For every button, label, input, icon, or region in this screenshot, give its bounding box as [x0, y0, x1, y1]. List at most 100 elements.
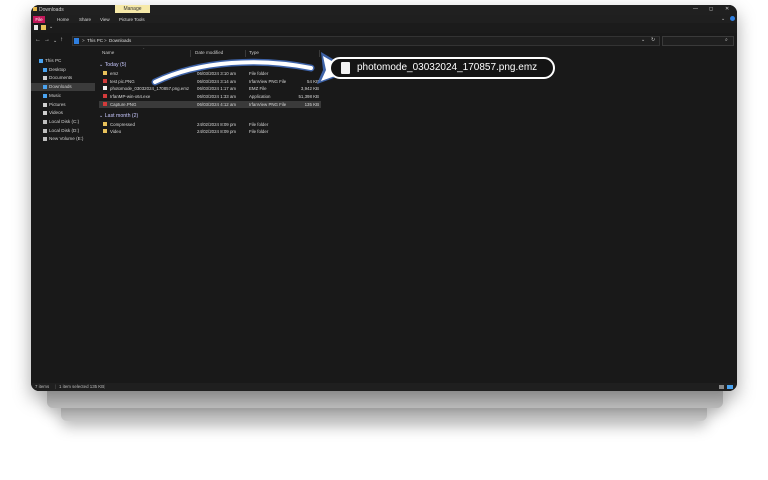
- nav-item-label: Documents: [49, 75, 73, 81]
- search-input[interactable]: ⌕: [662, 36, 734, 46]
- desktop-icon: [43, 67, 47, 72]
- downloads-location-icon: [74, 38, 79, 44]
- file-icon: [341, 62, 350, 74]
- filename-callout: photomode_03032024_170857.png.emz: [329, 57, 555, 79]
- group-label: Today (5): [104, 62, 127, 68]
- ribbon-expand-icon[interactable]: ⌄: [721, 16, 725, 22]
- cell-type: File folder: [249, 129, 269, 135]
- cell-name: IrfanMP-win-x64.exe: [110, 94, 151, 100]
- png-icon: [103, 78, 107, 83]
- quick-access-toolbar: ⌄: [31, 23, 737, 33]
- nav-item-label: Local Disk (D:): [49, 127, 80, 133]
- refresh-icon[interactable]: ↻: [651, 37, 655, 43]
- nav-item-downloads[interactable]: Downloads: [31, 83, 95, 92]
- ribbon-tabs: File Home Share View Picture Tools ⌄: [31, 15, 737, 23]
- nav-item-local-disk-d[interactable]: Local Disk (D:): [31, 127, 95, 135]
- folder-icon: [103, 121, 107, 126]
- column-header-name[interactable]: Name: [102, 49, 114, 57]
- cell-name: test pic.PNG: [110, 78, 135, 84]
- group-header[interactable]: ⌄ Last month (2): [99, 113, 138, 119]
- group-header[interactable]: ⌄ Today (5): [99, 62, 126, 68]
- nav-item-videos[interactable]: Videos: [31, 109, 95, 117]
- cell-date: 06/03/2024 4:12 am: [197, 101, 237, 107]
- details-view-icon[interactable]: [719, 385, 724, 389]
- cell-size: 135 KB: [304, 101, 319, 107]
- sort-chevron-icon: ˆ: [143, 47, 145, 52]
- cell-type: File folder: [249, 121, 269, 127]
- recent-locations-icon[interactable]: ⌄: [53, 38, 57, 44]
- nav-item-desktop[interactable]: Desktop: [31, 66, 95, 74]
- search-icon: ⌕: [725, 37, 728, 43]
- tab-view[interactable]: View: [98, 16, 112, 23]
- cell-name: Compressed: [110, 121, 135, 127]
- videos-icon: [43, 111, 47, 116]
- window-shadow-layer-front: [47, 390, 723, 408]
- status-selection: 1 item selected 135 KB: [59, 384, 105, 389]
- back-icon[interactable]: ←: [35, 37, 41, 43]
- table-row[interactable]: Compressed 24/02/2024 8:09 pm File folder: [99, 121, 321, 128]
- drive-icon: [43, 128, 47, 133]
- address-dropdown-icon[interactable]: ⌄: [641, 37, 645, 43]
- nav-item-label: Videos: [49, 110, 63, 116]
- nav-item-documents[interactable]: Documents: [31, 74, 95, 82]
- manage-contextual-tab[interactable]: Manage: [115, 5, 150, 13]
- downloads-icon: [43, 85, 47, 90]
- window-title: Downloads: [39, 7, 64, 13]
- nav-item-label: Downloads: [49, 84, 72, 90]
- this-pc-icon: [39, 59, 43, 63]
- group-label: Last month (2): [104, 112, 139, 119]
- large-icons-view-icon[interactable]: [727, 385, 733, 389]
- help-icon[interactable]: [730, 16, 735, 21]
- address-row: ← → ⌄ ↑ > This PC > Downloads ⌄ ↻ ⌕: [31, 35, 737, 46]
- qat-dropdown-icon[interactable]: ⌄: [49, 24, 53, 30]
- status-item-count: 7 items: [35, 384, 50, 389]
- up-icon[interactable]: ↑: [60, 37, 63, 43]
- tab-home[interactable]: Home: [55, 16, 71, 23]
- folder-icon: [103, 129, 107, 134]
- title-bar: Downloads Manage — ◻ ✕: [31, 5, 737, 15]
- minimize-button[interactable]: —: [693, 6, 698, 12]
- nav-item-music[interactable]: Music: [31, 92, 95, 100]
- forward-icon[interactable]: →: [44, 37, 50, 43]
- tab-file[interactable]: File: [33, 16, 45, 23]
- nav-item-local-disk-c[interactable]: Local Disk (C:): [31, 118, 95, 126]
- cell-type: IrfanView PNG File: [249, 101, 287, 107]
- explorer-window: Downloads Manage — ◻ ✕ File Home Share V…: [31, 5, 737, 391]
- status-divider: |: [104, 384, 106, 389]
- exe-icon: [103, 94, 107, 99]
- cell-date: 24/02/2024 8:09 pm: [197, 129, 237, 135]
- table-row[interactable]: Video 24/02/2024 8:09 pm File folder: [99, 128, 321, 135]
- drive-icon: [43, 119, 47, 124]
- file-icon: [103, 86, 107, 91]
- close-button[interactable]: ✕: [725, 6, 729, 12]
- folder-app-icon: [33, 7, 37, 11]
- cell-name: emz: [110, 71, 119, 76]
- status-bar: 7 items | 1 item selected 135 KB |: [31, 383, 737, 391]
- address-segment-this-pc[interactable]: This PC: [87, 38, 103, 43]
- nav-item-label: Music: [49, 92, 61, 98]
- tab-share[interactable]: Share: [77, 16, 93, 23]
- nav-item-label: Desktop: [49, 66, 66, 72]
- folder-icon: [103, 71, 107, 75]
- table-row[interactable]: Capture.PNG 06/03/2024 4:12 am IrfanView P…: [99, 100, 321, 108]
- nav-item-pictures[interactable]: Pictures: [31, 101, 95, 109]
- cell-date: 24/02/2024 8:09 pm: [197, 121, 237, 127]
- nav-item-label: New Volume (E:): [49, 136, 84, 142]
- maximize-button[interactable]: ◻: [709, 6, 713, 12]
- tab-picture-tools[interactable]: Picture Tools: [117, 16, 147, 23]
- nav-item-label: This PC: [45, 58, 62, 63]
- drive-icon: [43, 137, 47, 142]
- address-segment-downloads[interactable]: Downloads: [109, 38, 131, 43]
- status-divider: |: [55, 384, 57, 389]
- png-icon: [103, 101, 107, 106]
- nav-item-this-pc[interactable]: This PC: [31, 57, 95, 65]
- cell-name: Video: [110, 129, 122, 135]
- navigation-pane: This PC Desktop Documents Downloads Music Pic…: [31, 48, 95, 383]
- documents-icon: [43, 76, 47, 81]
- properties-icon[interactable]: [34, 25, 38, 30]
- music-icon: [43, 93, 47, 98]
- new-folder-icon[interactable]: [41, 25, 46, 30]
- callout-filename: photomode_03032024_170857.png.emz: [357, 62, 538, 73]
- address-sep: >: [104, 38, 107, 43]
- nav-item-new-volume-e[interactable]: New Volume (E:): [31, 135, 95, 143]
